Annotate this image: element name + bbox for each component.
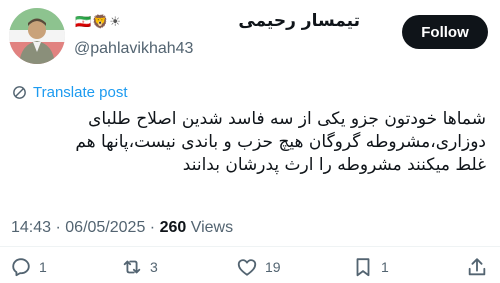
post-text-line: شماها خودتون جزو یکی از سه فاسد شدین اصل… <box>88 109 486 129</box>
repost-icon <box>123 260 141 274</box>
views-label[interactable]: Views <box>186 219 233 236</box>
name-emoji: 🇮🇷🦁☀ <box>75 14 123 29</box>
like-icon <box>237 259 257 276</box>
avatar[interactable] <box>9 8 65 64</box>
bookmark-icon <box>356 258 370 277</box>
reply-count: 1 <box>39 259 47 275</box>
meta-separator: · <box>51 219 66 236</box>
repost-button[interactable]: 3 <box>121 256 158 278</box>
like-count: 19 <box>265 259 281 275</box>
like-button[interactable]: 19 <box>236 256 281 278</box>
views-count[interactable]: 260 <box>160 219 187 236</box>
reply-icon <box>12 258 30 277</box>
user-handle[interactable]: @pahlavikhah43 <box>74 40 193 58</box>
translate-post-link[interactable]: Translate post <box>11 84 128 101</box>
reply-button[interactable]: 1 <box>10 256 47 278</box>
translate-post-label: Translate post <box>33 84 128 101</box>
post-date[interactable]: 06/05/2025 <box>65 219 145 236</box>
meta-separator: · <box>145 219 160 236</box>
post-text: شماها خودتون جزو یکی از سه فاسد شدین اصل… <box>12 108 486 177</box>
display-name[interactable]: تیمسار رحیمی <box>238 11 360 31</box>
share-icon <box>468 258 486 276</box>
bookmark-count: 1 <box>381 259 389 275</box>
action-bar: 1 3 19 1 <box>0 256 500 280</box>
post-text-line: غلط میکنند مشروطه را ارث پدرشان بدانند <box>182 155 486 175</box>
post-text-line: دوزاری،مشروطه گروگان هیچ حزب و باندی نیس… <box>75 132 486 152</box>
share-button[interactable] <box>466 256 488 278</box>
translate-icon <box>13 86 26 99</box>
repost-count: 3 <box>150 259 158 275</box>
divider <box>0 246 500 247</box>
follow-button[interactable]: Follow <box>402 15 488 49</box>
bookmark-button[interactable]: 1 <box>352 256 389 278</box>
post-meta: 14:43 · 06/05/2025 · 260 Views <box>11 219 233 237</box>
post-time[interactable]: 14:43 <box>11 219 51 236</box>
